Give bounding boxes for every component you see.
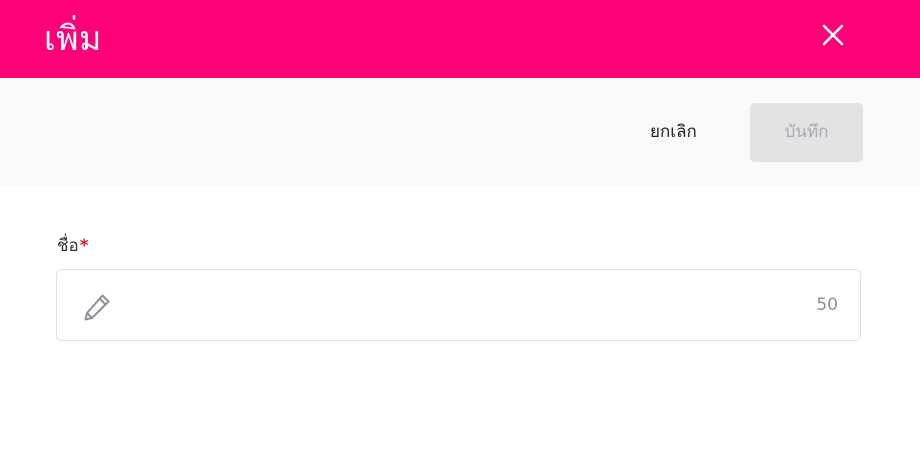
character-limit-counter: 50	[816, 295, 838, 315]
dialog-header: เพิ่ม	[0, 0, 920, 78]
cancel-button[interactable]: ยกเลิก	[634, 114, 713, 150]
close-button[interactable]	[816, 18, 850, 52]
pencil-icon	[84, 294, 110, 321]
name-input-box[interactable]: 50	[56, 269, 861, 341]
save-button[interactable]: บันทึก	[750, 103, 863, 162]
dialog-toolbar: ยกเลิก บันทึก	[0, 78, 920, 186]
name-input[interactable]	[127, 284, 781, 328]
close-icon	[822, 24, 844, 46]
name-label-text: ชื่อ	[57, 236, 79, 256]
add-dialog: เพิ่ม ยกเลิก บันทึก ชื่อ* 50	[0, 0, 920, 466]
dialog-title: เพิ่ม	[44, 19, 102, 59]
required-asterisk: *	[79, 236, 89, 256]
name-field-label: ชื่อ*	[57, 232, 89, 260]
